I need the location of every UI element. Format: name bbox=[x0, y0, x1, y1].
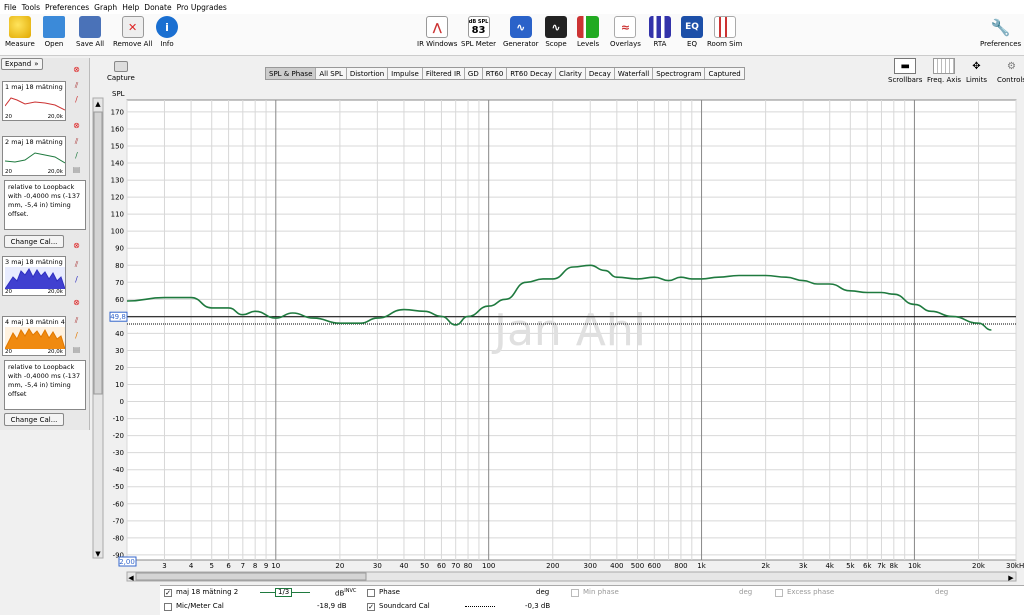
series-visible-checkbox[interactable]: ✓ bbox=[164, 589, 172, 597]
spl-graph[interactable]: ▲ ▼ Jan Ahl 1701601501401301201101009080… bbox=[0, 0, 1024, 615]
x-tick-label: 3k bbox=[799, 562, 808, 570]
x-tick-label: 5 bbox=[209, 562, 213, 570]
x-tick-label: 10 bbox=[271, 562, 280, 570]
x-tick-label: 400 bbox=[610, 562, 623, 570]
soundcard-cal-checkbox[interactable]: ✓ bbox=[367, 603, 375, 611]
x-tick-label: 200 bbox=[546, 562, 559, 570]
mic-cal-checkbox[interactable] bbox=[164, 603, 172, 611]
x-tick-label: 1k bbox=[697, 562, 706, 570]
x-tick-label: 500 bbox=[631, 562, 644, 570]
phase-label: Phase bbox=[379, 588, 400, 596]
legend-panel: ✓ maj 18 mätning 2 1/3 dBINVC Phase deg … bbox=[160, 585, 1024, 615]
y-tick-label: 140 bbox=[111, 160, 124, 168]
x-tick-label: 40 bbox=[400, 562, 409, 570]
y-tick-label: 110 bbox=[111, 211, 124, 219]
x-tick-label: 800 bbox=[674, 562, 687, 570]
y-tick-label: -20 bbox=[113, 432, 124, 440]
spl-unit-inv: INVC bbox=[344, 588, 357, 594]
smoothing-indicator[interactable]: 1/3 bbox=[260, 588, 310, 597]
x-tick-label: 7k bbox=[877, 562, 886, 570]
x-tick-label: 9 bbox=[264, 562, 268, 570]
y-tick-label: 170 bbox=[111, 108, 124, 116]
y-tick-label: 10 bbox=[115, 381, 124, 389]
soundcard-cal-value: -0,3 dB bbox=[525, 602, 551, 610]
excess-phase-checkbox[interactable] bbox=[775, 589, 783, 597]
y-tick-label: 90 bbox=[115, 245, 124, 253]
phase-unit: deg bbox=[536, 588, 550, 596]
y-tick-label: -10 bbox=[113, 415, 124, 423]
x-end-label: 30kHz bbox=[1006, 562, 1024, 570]
x-tick-label: 70 bbox=[451, 562, 460, 570]
x-tick-label: 20 bbox=[335, 562, 344, 570]
x-axis-ticks: 3 4 5 6 7 8 9 10 20 30 40 50 60 70 80 100 200 300 400 500 60… bbox=[162, 562, 986, 570]
scroll-left-icon[interactable]: ◀ bbox=[128, 574, 134, 582]
x-tick-label: 6 bbox=[226, 562, 231, 570]
mic-cal-label: Mic/Meter Cal bbox=[176, 602, 224, 610]
min-phase-label: Min phase bbox=[583, 588, 619, 596]
min-phase-unit: deg bbox=[739, 588, 753, 596]
y-axis-ticks: 1701601501401301201101009080706050403020… bbox=[111, 108, 124, 559]
x-tick-label: 2k bbox=[761, 562, 770, 570]
y-tick-label: 70 bbox=[115, 279, 124, 287]
x-tick-label: 5k bbox=[846, 562, 855, 570]
x-tick-label: 8 bbox=[253, 562, 257, 570]
x-tick-label: 8k bbox=[890, 562, 899, 570]
y-tick-label: 120 bbox=[111, 194, 124, 202]
x-tick-label: 10k bbox=[908, 562, 922, 570]
x-tick-label: 30 bbox=[373, 562, 382, 570]
min-phase-checkbox[interactable] bbox=[571, 589, 579, 597]
y-scrollbar[interactable]: ▲ ▼ bbox=[92, 97, 104, 559]
x-tick-label: 3 bbox=[162, 562, 166, 570]
y-tick-label: 0 bbox=[120, 398, 124, 406]
x-tick-label: 6k bbox=[863, 562, 872, 570]
x-tick-label: 80 bbox=[464, 562, 473, 570]
y-tick-label: 160 bbox=[111, 125, 124, 133]
x-tick-label: 4k bbox=[825, 562, 834, 570]
scroll-up-icon[interactable]: ▲ bbox=[95, 100, 101, 108]
y-tick-label: 100 bbox=[111, 228, 124, 236]
spl-unit-text: dB bbox=[335, 589, 345, 598]
y-tick-label: 80 bbox=[115, 262, 124, 270]
scroll-down-icon[interactable]: ▼ bbox=[95, 550, 101, 558]
y-tick-label: -40 bbox=[113, 466, 124, 474]
level-marker-value: 49,8 bbox=[110, 313, 126, 321]
watermark: Jan Ahl bbox=[491, 305, 646, 356]
smoothing-value: 1/3 bbox=[275, 588, 293, 597]
scroll-right-icon[interactable]: ▶ bbox=[1008, 574, 1014, 582]
y-tick-label: 60 bbox=[115, 296, 124, 304]
x-tick-label: 20k bbox=[972, 562, 986, 570]
y-tick-label: 40 bbox=[115, 330, 124, 338]
excess-phase-unit: deg bbox=[935, 588, 949, 596]
y-tick-label: 30 bbox=[115, 347, 124, 355]
soundcard-cal-label: Soundcard Cal bbox=[379, 602, 430, 610]
y-tick-label: -30 bbox=[113, 449, 124, 457]
x-tick-label: 600 bbox=[648, 562, 661, 570]
y-tick-label: 150 bbox=[111, 143, 124, 151]
y-scrollbar-thumb[interactable] bbox=[93, 111, 103, 395]
y-tick-label: -50 bbox=[113, 483, 124, 491]
y-tick-label: -60 bbox=[113, 500, 124, 508]
x-scrollbar-thumb[interactable] bbox=[135, 572, 367, 581]
y-tick-label: 130 bbox=[111, 177, 124, 185]
excess-phase-label: Excess phase bbox=[787, 588, 835, 596]
series-name: maj 18 mätning 2 bbox=[176, 588, 239, 596]
phase-checkbox[interactable] bbox=[367, 589, 375, 597]
x-scrollbar[interactable]: ◀ ▶ bbox=[126, 571, 1017, 582]
x-tick-label: 50 bbox=[420, 562, 429, 570]
x-tick-label: 4 bbox=[189, 562, 194, 570]
x-tick-label: 7 bbox=[241, 562, 245, 570]
y-tick-label: -80 bbox=[113, 534, 124, 542]
x-tick-label: 100 bbox=[482, 562, 495, 570]
y-tick-label: -70 bbox=[113, 517, 124, 525]
x-tick-label: 60 bbox=[437, 562, 446, 570]
soundcard-cal-line bbox=[465, 606, 495, 607]
mic-cal-value: -18,9 dB bbox=[317, 602, 347, 610]
x-tick-label: 300 bbox=[584, 562, 597, 570]
y-tick-label: 20 bbox=[115, 364, 124, 372]
spl-unit: dBINVC bbox=[335, 588, 356, 597]
x-start-value: 2,00 bbox=[119, 558, 135, 566]
